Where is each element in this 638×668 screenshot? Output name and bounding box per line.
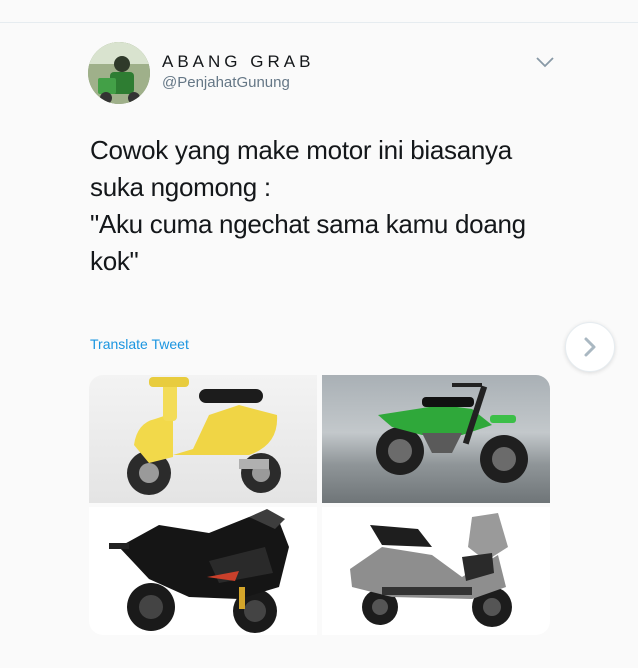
media-grid	[89, 375, 550, 635]
next-image-button[interactable]	[565, 322, 615, 372]
avatar[interactable]	[88, 42, 150, 104]
translate-tweet-link[interactable]: Translate Tweet	[90, 336, 189, 352]
top-divider	[0, 22, 638, 23]
chevron-down-icon[interactable]	[534, 54, 556, 70]
media-image-gray-maxi-scooter[interactable]	[322, 507, 550, 635]
media-image-black-sport-bike[interactable]	[89, 507, 317, 635]
user-handle[interactable]: @PenjahatGunung	[162, 74, 290, 91]
avatar-image	[88, 42, 150, 104]
tweet-line: "Aku cuma ngechat sama kamu doang	[90, 209, 526, 239]
tweet-line: kok"	[90, 246, 139, 276]
chevron-right-icon	[584, 337, 596, 357]
media-image-yellow-scooter[interactable]	[89, 375, 317, 503]
display-name[interactable]: ABANG GRAB	[162, 52, 314, 72]
tweet-line: suka ngomong :	[90, 172, 271, 202]
media-image-green-dirt-bike[interactable]	[322, 375, 550, 503]
tweet-line: Cowok yang make motor ini biasanya	[90, 135, 512, 165]
tweet-text: Cowok yang make motor ini biasanya suka …	[90, 132, 560, 280]
